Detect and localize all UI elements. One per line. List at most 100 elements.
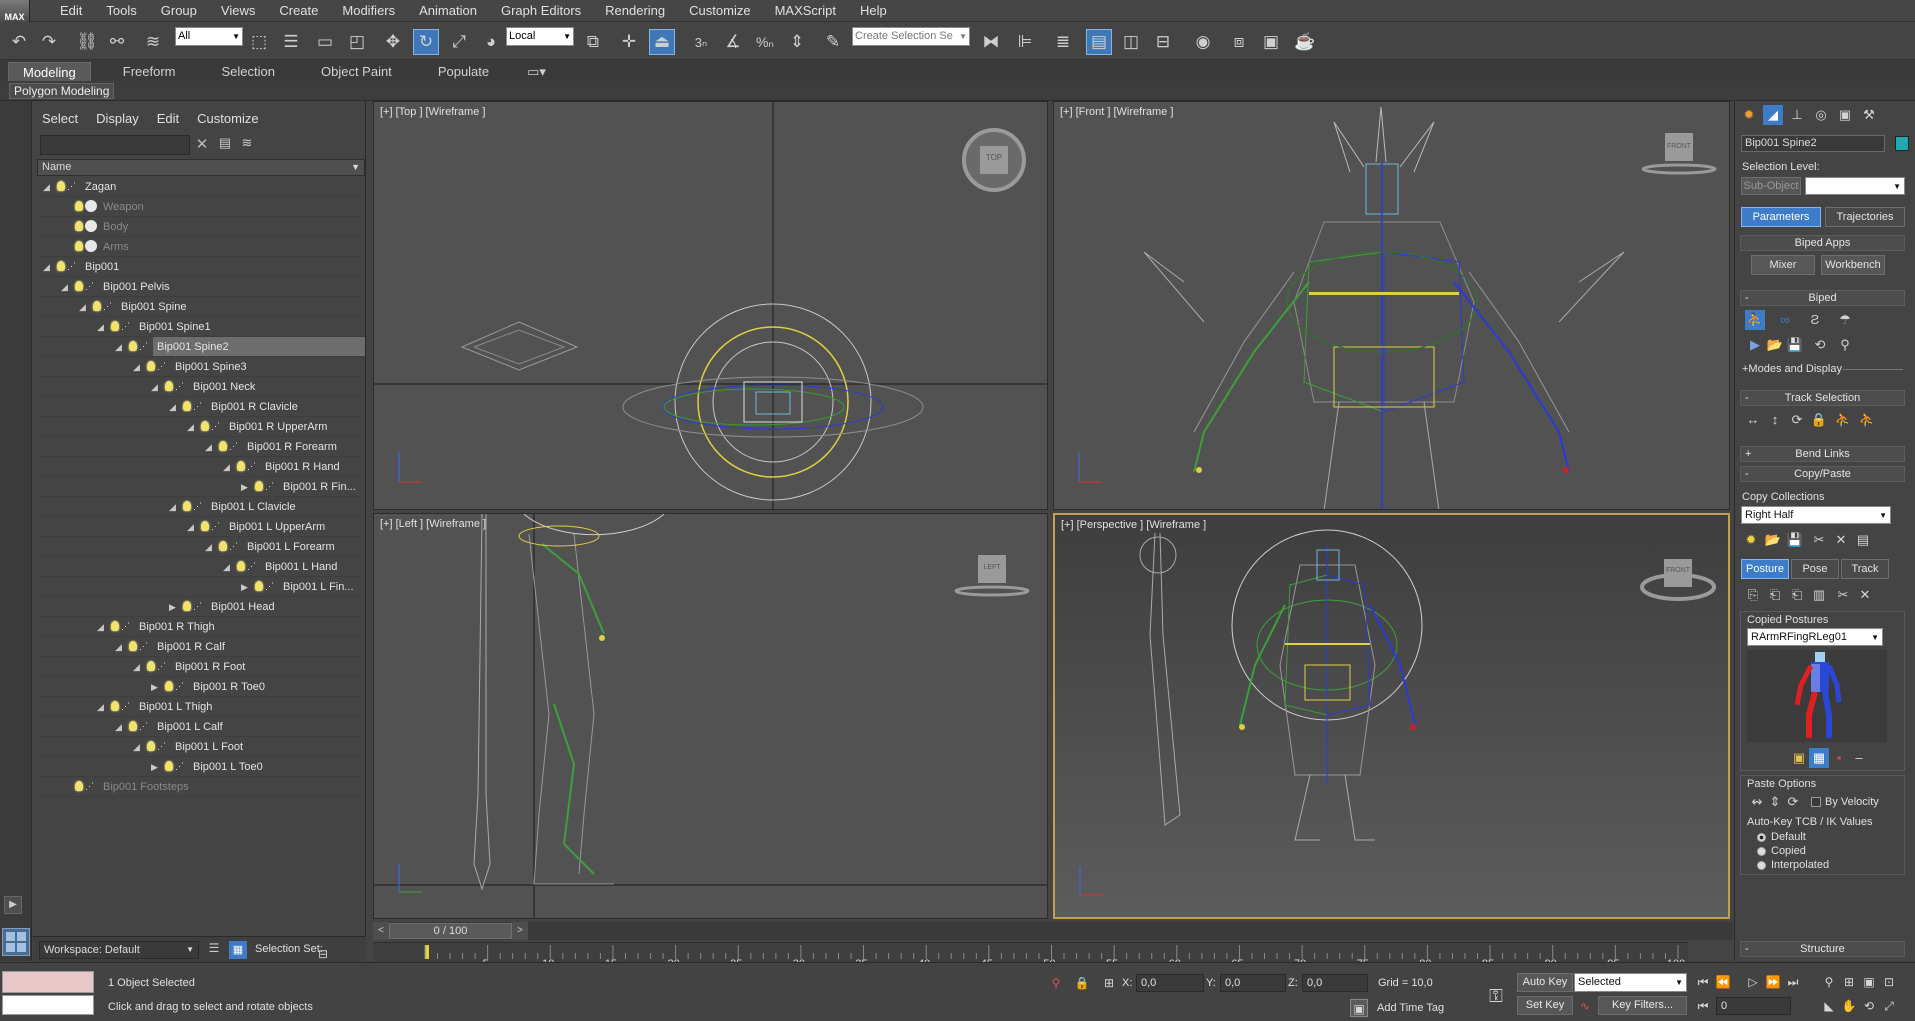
play-icon[interactable]: ▷ [1744, 973, 1762, 991]
copy-collection-dropdown[interactable]: Right Half [1741, 506, 1891, 524]
expand-strip-button[interactable]: ▶ [4, 896, 22, 914]
select-scale-icon[interactable]: ⤢ [446, 29, 472, 55]
expand-arrow-icon[interactable]: ▶ [241, 477, 248, 497]
biped-apps-rollout[interactable]: Biped Apps [1740, 235, 1905, 251]
tree-row[interactable]: ◢ ⋰ Bip001 R Calf [37, 637, 365, 657]
visibility-bulb-icon[interactable] [255, 481, 263, 491]
tree-item-label[interactable]: Bip001 L Thigh [135, 697, 216, 716]
tree-row[interactable]: ◢ ⋰ Bip001 Spine1 [37, 317, 365, 337]
collapse-arrow-icon[interactable]: ◢ [115, 717, 122, 737]
menu-views[interactable]: Views [209, 0, 267, 22]
z-coordinate-field[interactable]: 0,0 [1302, 974, 1368, 992]
viewport-front[interactable]: [+] [Front ] [Wireframe ] FRONT [1053, 101, 1730, 510]
visibility-bulb-icon[interactable] [183, 401, 191, 411]
symmetrical-icon[interactable]: ⛹ [1833, 410, 1853, 430]
visibility-bulb-icon[interactable] [111, 701, 119, 711]
curve-editor-icon[interactable]: ◫ [1118, 29, 1144, 55]
visibility-bulb-icon[interactable] [183, 601, 191, 611]
tree-row[interactable]: ◢ ⋰ Bip001 R UpperArm [37, 417, 365, 437]
tree-row[interactable]: Body [37, 217, 365, 237]
zoom-extents-all-icon[interactable]: ⊡ [1880, 973, 1898, 991]
tree-row[interactable]: ▶ ⋰ Bip001 Head [37, 597, 365, 617]
visibility-bulb-icon[interactable] [237, 461, 245, 471]
tree-row[interactable]: ▶ ⋰ Bip001 L Fin... [37, 577, 365, 597]
explorer-search-input[interactable] [40, 135, 190, 155]
go-to-start-icon[interactable]: ⏮ [1694, 973, 1712, 991]
tree-row[interactable]: ◢ ⋰ Bip001 L Foot [37, 737, 365, 757]
copy-paste-rollout[interactable]: - Copy/Paste [1740, 466, 1905, 482]
object-color-swatch[interactable] [1895, 136, 1909, 151]
tree-row[interactable]: Weapon [37, 197, 365, 217]
biped-playback-icon[interactable]: ▶ [1745, 335, 1765, 355]
visibility-bulb-icon[interactable] [201, 421, 209, 431]
ribbon-tab-modeling[interactable]: Modeling [8, 62, 91, 81]
add-time-tag-label[interactable]: Add Time Tag [1377, 1002, 1444, 1014]
tree-row[interactable]: ▶ ⋰ Bip001 L Toe0 [37, 757, 365, 777]
tree-row[interactable]: ◢ ⋰ Bip001 L Clavicle [37, 497, 365, 517]
orbit-icon[interactable]: ⟲ [1860, 997, 1878, 1015]
tree-row[interactable]: ◢ ⋰ Bip001 Spine2 [37, 337, 365, 357]
modes-display-label[interactable]: +Modes and Display [1742, 363, 1842, 375]
visibility-bulb-icon[interactable] [75, 781, 83, 791]
tree-row[interactable]: ◢ ⋰ Bip001 L Hand [37, 557, 365, 577]
expand-arrow-icon[interactable]: ▶ [241, 577, 248, 597]
no-snapshot-icon[interactable]: ▪ [1829, 748, 1849, 768]
layer-manager-icon[interactable]: ≣ [1050, 29, 1076, 55]
collapse-arrow-icon[interactable]: ◢ [151, 377, 158, 397]
go-to-end-icon[interactable]: ⏭ [1784, 973, 1802, 991]
paste-posture-blend-icon[interactable]: ▥ [1809, 585, 1829, 605]
paste-opposite-icon[interactable]: ⎗ [1787, 585, 1807, 605]
tree-item-label[interactable]: Bip001 R Toe0 [189, 677, 269, 696]
layers-icon[interactable]: ☰ [205, 941, 223, 959]
body-horizontal-icon[interactable]: ↔ [1743, 410, 1763, 430]
manipulate-icon[interactable]: ✛ [616, 29, 642, 55]
tree-row[interactable]: ◢ ⋰ Bip001 R Thigh [37, 617, 365, 637]
default-in-out-tangents-icon[interactable]: ∿ [1576, 997, 1594, 1015]
set-key-icon[interactable]: ⚿ [1483, 987, 1509, 1005]
tree-row[interactable]: ⋰ Bip001 Footsteps [37, 777, 365, 797]
delete-all-postures-icon[interactable]: ✕ [1855, 585, 1875, 605]
radio-dot-icon[interactable] [1757, 833, 1766, 842]
workspace-dropdown[interactable]: Workspace: Default ▼ [39, 941, 199, 959]
cp-tab-track[interactable]: Track [1841, 559, 1889, 579]
mirror-icon[interactable]: ⧓ [978, 29, 1004, 55]
cp-tab-pose[interactable]: Pose [1791, 559, 1839, 579]
visibility-bulb-icon[interactable] [75, 241, 83, 251]
visibility-bulb-icon[interactable] [165, 381, 173, 391]
tree-item-label[interactable]: Zagan [81, 177, 120, 196]
modify-tab-icon[interactable]: ◢ [1763, 105, 1783, 125]
tree-item-label[interactable]: Bip001 L Clavicle [207, 497, 300, 516]
collapse-arrow-icon[interactable]: ◢ [133, 737, 140, 757]
previous-frame-icon[interactable]: ⏪ [1714, 973, 1732, 991]
tab-trajectories[interactable]: Trajectories [1825, 207, 1905, 227]
select-by-name-icon[interactable]: ☰ [278, 29, 304, 55]
menu-modifiers[interactable]: Modifiers [330, 0, 407, 22]
keyboard-shortcut-override-icon[interactable]: ⏏ [649, 29, 675, 55]
collapse-arrow-icon[interactable]: ◢ [61, 277, 68, 297]
selection-filter-dropdown[interactable]: All [175, 27, 243, 46]
auto-key-button[interactable]: Auto Key [1517, 973, 1573, 992]
tree-item-label[interactable]: Bip001 R Clavicle [207, 397, 302, 416]
tree-item-label[interactable]: Bip001 L Fin... [279, 577, 358, 596]
tree-item-label[interactable]: Bip001 L Toe0 [189, 757, 267, 776]
ribbon-tab-freeform[interactable]: Freeform [109, 62, 190, 81]
reference-coord-dropdown[interactable]: Local [506, 27, 574, 46]
visibility-bulb-icon[interactable] [75, 281, 83, 291]
copy-posture-icon[interactable]: ⎘ [1743, 585, 1763, 605]
x-coordinate-field[interactable]: 0,0 [1136, 974, 1204, 992]
tree-row[interactable]: ◢ ⋰ Bip001 Neck [37, 377, 365, 397]
visibility-bulb-icon[interactable] [57, 181, 65, 191]
ribbon-tab-object-paint[interactable]: Object Paint [307, 62, 406, 81]
figure-mode-icon[interactable]: ⛹ [1745, 310, 1765, 330]
expand-arrow-icon[interactable]: ▶ [169, 597, 176, 617]
radio-dot-icon[interactable] [1757, 847, 1766, 856]
y-coordinate-field[interactable]: 0,0 [1220, 974, 1286, 992]
tree-item-label[interactable]: Bip001 Pelvis [99, 277, 174, 296]
collapse-arrow-icon[interactable]: ◢ [223, 457, 230, 477]
menu-rendering[interactable]: Rendering [593, 0, 677, 22]
tab-parameters[interactable]: Parameters [1741, 207, 1821, 227]
menu-help[interactable]: Help [848, 0, 899, 22]
render-production-icon[interactable]: ☕ [1292, 29, 1318, 55]
scene-explorer-toggle-icon[interactable]: ▤ [1086, 29, 1112, 55]
use-pivot-center-icon[interactable]: ⧉ [580, 29, 606, 55]
